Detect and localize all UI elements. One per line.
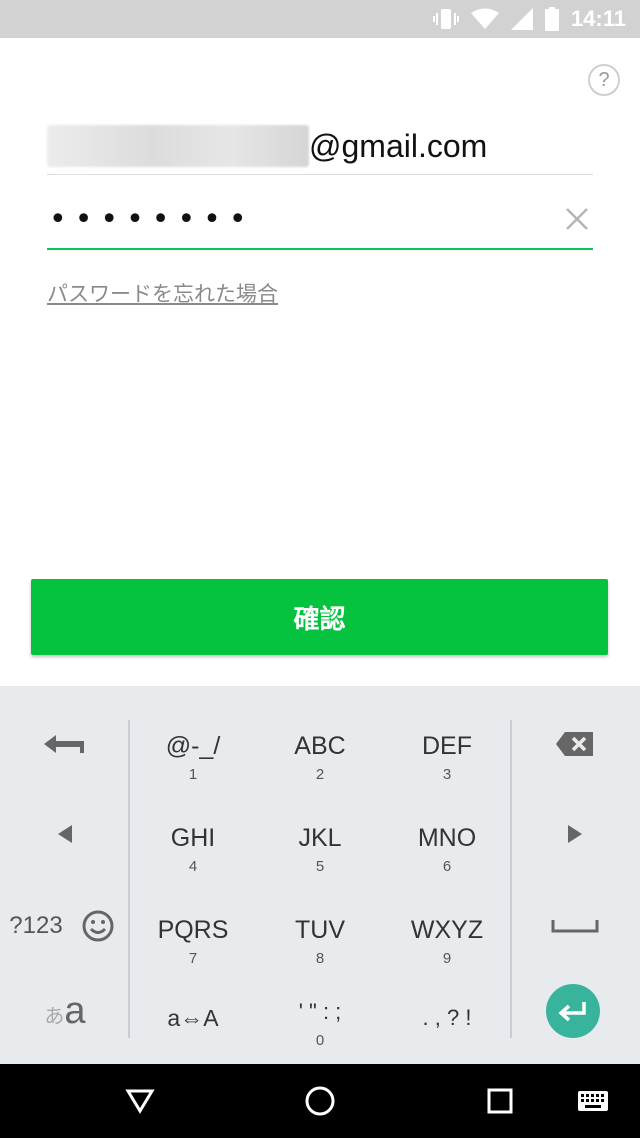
confirm-button[interactable]: 確認 [31, 579, 608, 655]
keyboard-divider [510, 720, 512, 1038]
enter-icon [558, 1002, 586, 1022]
keyboard-divider [128, 720, 130, 1038]
triangle-right-icon [568, 825, 582, 843]
cursor-left-key[interactable] [20, 806, 110, 862]
smiley-icon [82, 910, 114, 942]
home-button[interactable] [280, 1064, 360, 1138]
key-7[interactable]: PQRS 7 [133, 906, 253, 976]
back-button[interactable] [100, 1064, 180, 1138]
case-toggle-key[interactable]: a⇔A [133, 998, 253, 1038]
cursor-right-key[interactable] [530, 806, 620, 862]
password-mask: •••••••• [49, 201, 255, 237]
status-bar: 14:11 [0, 0, 640, 38]
key-1[interactable]: @-_/ 1 [133, 722, 253, 792]
space-icon [551, 920, 599, 933]
clear-icon[interactable] [563, 205, 591, 233]
punctuation-key[interactable]: . , ? ! [387, 998, 507, 1038]
backspace-key[interactable] [530, 716, 620, 772]
navigation-bar [0, 1064, 640, 1138]
help-icon[interactable]: ? [588, 64, 620, 96]
undo-arrow-icon [44, 735, 84, 753]
keyboard-icon [578, 1091, 608, 1111]
clock: 14:11 [570, 6, 626, 31]
key-5[interactable]: JKL 5 [260, 814, 380, 884]
password-field[interactable]: •••••••• [47, 190, 593, 250]
email-local-part-redacted [47, 125, 309, 167]
enter-button[interactable] [546, 984, 600, 1038]
signal-icon [510, 8, 533, 30]
battery-icon [544, 7, 559, 31]
symbols-key[interactable]: ?123 [4, 898, 68, 954]
key-0[interactable]: ' " : ; 0 [260, 998, 380, 1062]
key-4[interactable]: GHI 4 [133, 814, 253, 884]
email-field[interactable]: @gmail.com [47, 118, 593, 175]
back-icon [125, 1089, 155, 1114]
recents-icon [487, 1088, 513, 1114]
key-9[interactable]: WXYZ 9 [387, 906, 507, 976]
key-2[interactable]: ABC 2 [260, 722, 380, 792]
triangle-left-icon [58, 825, 72, 843]
email-domain-text: @gmail.com [309, 127, 488, 164]
backspace-icon [556, 732, 593, 756]
kana-label: あ [44, 1006, 65, 1028]
key-3[interactable]: DEF 3 [387, 722, 507, 792]
wifi-icon [470, 8, 499, 29]
keyboard: ?123 あ a @-_/ 1 ABC 2 DEF 3 GHI 4 JKL 5 … [0, 686, 640, 1064]
undo-key[interactable] [20, 716, 110, 772]
space-key[interactable] [530, 898, 620, 954]
forgot-password-link[interactable]: パスワードを忘れた場合 [47, 278, 278, 308]
input-mode-key[interactable]: あ a [30, 990, 100, 1046]
emoji-key[interactable] [74, 898, 122, 954]
key-8[interactable]: TUV 8 [260, 906, 380, 976]
key-6[interactable]: MNO 6 [387, 814, 507, 884]
alpha-label: a [64, 990, 86, 1032]
vibrate-icon [432, 9, 459, 29]
home-icon [305, 1086, 335, 1116]
recents-button[interactable] [460, 1064, 540, 1138]
keyboard-switch-button[interactable] [553, 1064, 633, 1138]
